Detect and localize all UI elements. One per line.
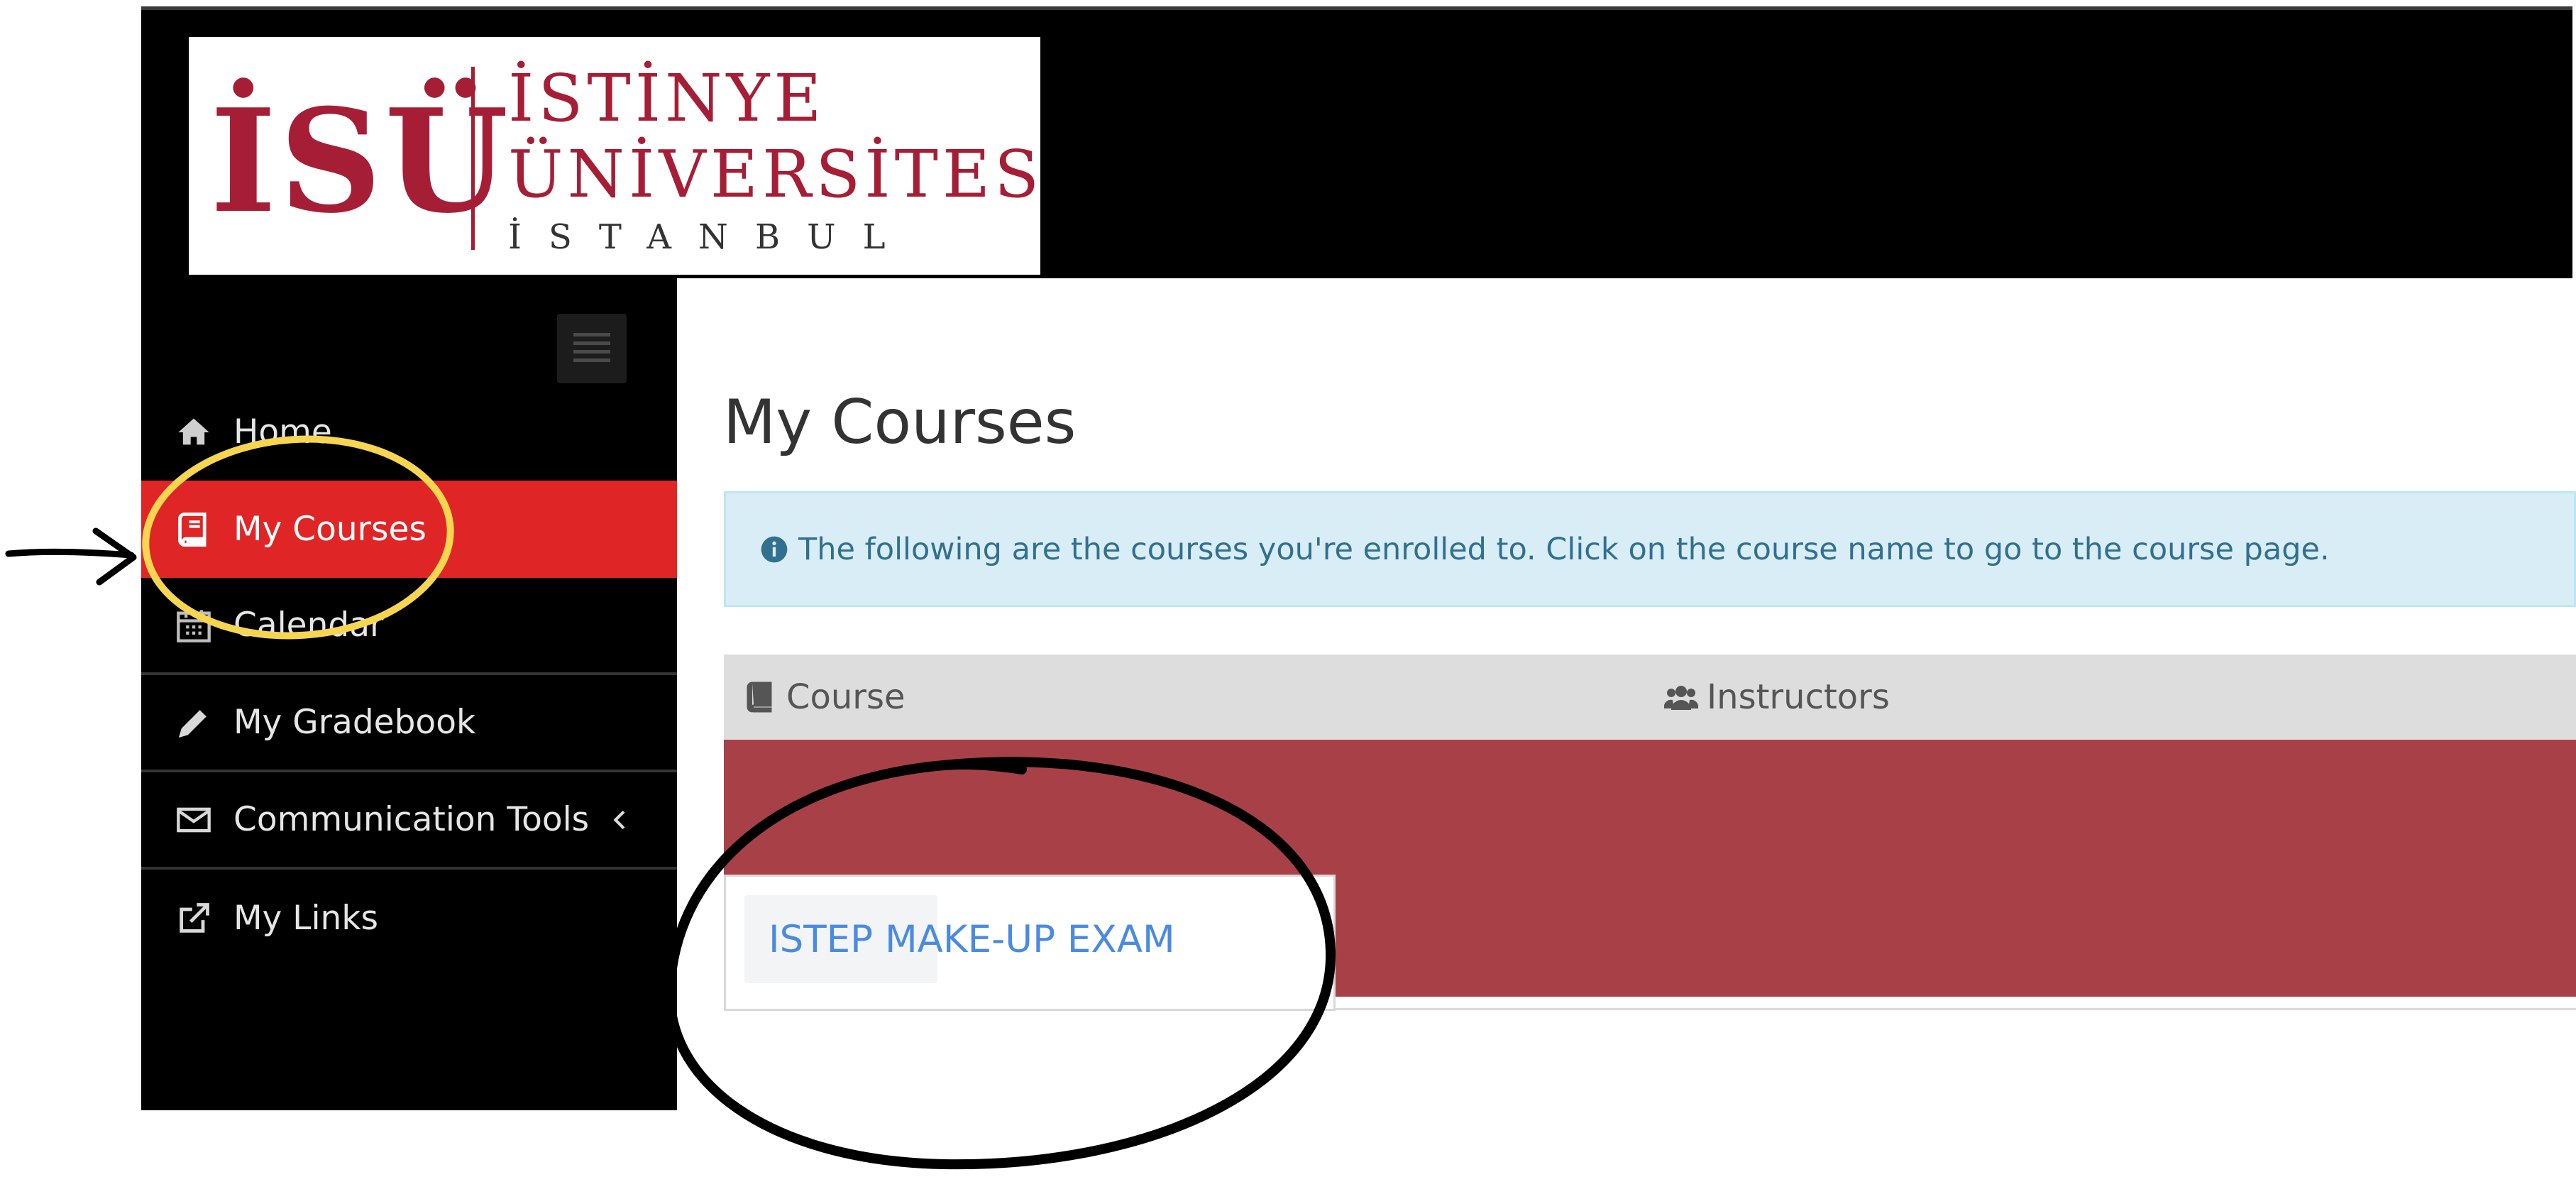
book-icon (178, 512, 207, 547)
sidebar-item-my-links[interactable]: My Links (141, 870, 677, 967)
university-logo[interactable]: İSÜ İSTİNYE ÜNİVERSİTESİ İSTANBUL (189, 37, 1040, 275)
sidebar-item-label: My Links (233, 899, 379, 938)
app-root: İSÜ İSTİNYE ÜNİVERSİTESİ İSTANBUL Home M… (0, 0, 2576, 1177)
users-icon (1664, 686, 1698, 710)
info-message: The following are the courses you're enr… (798, 531, 2330, 567)
sidebar-item-calendar[interactable]: Calendar (141, 578, 677, 675)
calendar-icon (177, 609, 211, 642)
column-header-course[interactable]: Course (744, 655, 906, 740)
sidebar-item-label: Calendar (233, 606, 384, 645)
svg-text:İSTİNYE: İSTİNYE (508, 60, 825, 136)
sidebar: Home My Courses Calendar My Gradebook Co… (141, 278, 677, 1110)
annotation-arrow (5, 548, 135, 559)
course-link[interactable]: ISTEP MAKE-UP EXAM (769, 918, 1175, 961)
table-row: ISTEP MAKE-UP EXAM (724, 875, 1336, 1011)
envelope-icon (177, 807, 211, 832)
courses-table-header: Course Instructors (724, 655, 2576, 740)
book-icon (747, 681, 772, 713)
page-title: My Courses (723, 387, 1077, 458)
home-icon (178, 418, 209, 444)
svg-text:İSÜ: İSÜ (210, 77, 511, 245)
sidebar-item-home[interactable]: Home (141, 383, 677, 481)
svg-text:İSTANBUL: İSTANBUL (508, 217, 913, 257)
info-circle-icon (761, 536, 788, 562)
hamburger-menu-icon[interactable] (557, 314, 627, 383)
external-link-icon (180, 902, 209, 933)
svg-text:ÜNİVERSİTESİ: ÜNİVERSİTESİ (508, 136, 1040, 212)
sidebar-item-communication-tools[interactable]: Communication Tools (141, 772, 677, 870)
info-alert: The following are the courses you're enr… (724, 491, 2576, 607)
column-header-instructors[interactable]: Instructors (1664, 655, 1890, 740)
sidebar-item-label: Communication Tools (233, 800, 590, 839)
annotation-arrow-head (92, 527, 137, 586)
sidebar-item-label: My Gradebook (233, 703, 476, 742)
pencil-icon (178, 709, 207, 738)
top-header: İSÜ İSTİNYE ÜNİVERSİTESİ İSTANBUL (141, 6, 2572, 278)
sidebar-item-label: My Courses (233, 510, 426, 549)
sidebar-item-my-courses[interactable]: My Courses (141, 481, 677, 578)
logo-image: İSÜ İSTİNYE ÜNİVERSİTESİ İSTANBUL (210, 60, 1040, 257)
sidebar-item-label: Home (233, 412, 332, 451)
chevron-left-icon[interactable] (606, 806, 634, 834)
sidebar-item-my-gradebook[interactable]: My Gradebook (141, 675, 677, 772)
